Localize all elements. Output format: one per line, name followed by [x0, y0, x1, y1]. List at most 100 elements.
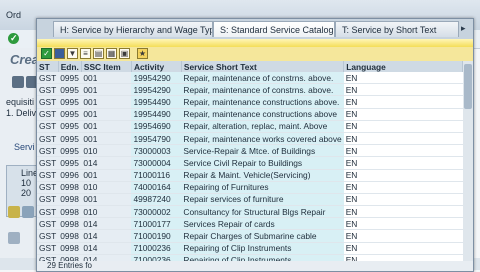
col-header-activity[interactable]: Activity [131, 61, 182, 72]
cell-activity: 73000003 [131, 144, 182, 158]
scroll-thumb[interactable] [464, 64, 472, 109]
save-icon[interactable] [54, 48, 65, 59]
cell-short-text: Repair Charges of Submarine cable [181, 229, 344, 243]
cell-short-text: Repairing of Clip Instruments [181, 254, 344, 261]
cell-edition: 0998 [58, 193, 82, 207]
cell-edition: 0996 [58, 169, 82, 182]
tab-service-by-hierarchy[interactable]: H: Service by Hierarchy and Wage Type [53, 21, 213, 37]
col-header-language[interactable]: Language [343, 61, 463, 72]
first-page-icon[interactable] [12, 76, 24, 88]
col-header-edition[interactable]: Edn. [58, 61, 82, 72]
check-icon[interactable]: ✓ [41, 48, 52, 59]
cell-edition: 0995 [58, 95, 82, 109]
export-icon[interactable]: ▣ [119, 48, 130, 59]
cell-edition: 0995 [58, 72, 82, 85]
service-search-popup: H: Service by Hierarchy and Wage Type S:… [36, 18, 474, 272]
cell-st: GST [37, 144, 59, 158]
table-row[interactable]: GST 0996 001 71000116 Repair & Maint. Vehicl… [37, 169, 463, 182]
layout-icon[interactable]: ▦ [106, 48, 117, 59]
filter-icon[interactable]: ▼ [67, 48, 78, 59]
table-row[interactable]: GST 0995 001 19954690 Repair, alteration, re… [37, 120, 463, 133]
cell-short-text: Repair, maintenance constructions above. [181, 95, 344, 109]
cell-language: EN [343, 181, 463, 194]
cell-activity: 19954290 [131, 72, 182, 85]
results-table: ST Edn. SSC Item Activity Service Short … [37, 61, 463, 261]
cell-edition: 0998 [58, 205, 82, 219]
cell-language: EN [343, 229, 463, 243]
cell-language: EN [343, 83, 463, 97]
cell-ssc-item: 014 [81, 217, 132, 231]
table-header-row: ST Edn. SSC Item Activity Service Short … [37, 61, 463, 72]
cell-activity: 74000164 [131, 181, 182, 194]
cell-activity: 71000236 [131, 242, 182, 255]
cell-short-text: Consultancy for Structural Blgs Repair [181, 205, 344, 219]
cell-short-text: Repair services of furniture [181, 193, 344, 207]
cell-activity: 19954490 [131, 108, 182, 121]
screen-title-fragment: Crea [10, 52, 39, 67]
cell-st: GST [37, 108, 59, 121]
cell-short-text: Repair, maintenance works covered above [181, 132, 344, 146]
services-tab-fragment[interactable]: Servi [14, 142, 35, 152]
cell-short-text: Repair & Maint. Vehicle(Servicing) [181, 169, 344, 182]
table-row[interactable]: GST 0995 001 19954490 Repair, maintenance co… [37, 95, 463, 109]
cell-ssc-item: 001 [81, 193, 132, 207]
popup-toolbar: ✓ ▼ ≡ ▤ ▦ ▣ ★ [37, 47, 473, 61]
tab-strip: H: Service by Hierarchy and Wage Type S:… [37, 19, 473, 39]
sort-icon[interactable]: ≡ [80, 48, 91, 59]
entries-found-text: 29 Entries fo [47, 261, 92, 270]
cell-activity: 71000190 [131, 229, 182, 243]
cell-ssc-item: 010 [81, 205, 132, 219]
table-row[interactable]: GST 0998 014 71000236 Repairing of Clip Inst… [37, 254, 463, 261]
cell-activity: 73000002 [131, 205, 182, 219]
table-row[interactable]: GST 0995 001 19954290 Repair, maintenance of… [37, 72, 463, 85]
cell-short-text: Repairing of Furnitures [181, 181, 344, 194]
tab-scroll-right-icon[interactable]: ▸ [461, 23, 471, 35]
cell-edition: 0998 [58, 254, 82, 261]
cell-ssc-item: 010 [81, 181, 132, 194]
cell-ssc-item: 014 [81, 229, 132, 243]
cell-ssc-item: 014 [81, 156, 132, 170]
cell-activity: 73000004 [131, 156, 182, 170]
col-header-ssc-item[interactable]: SSC Item [81, 61, 132, 72]
table-row[interactable]: GST 0998 014 71000236 Repairing of Clip Inst… [37, 242, 463, 255]
line-20: 20 [21, 188, 32, 198]
tab-service-by-short-text[interactable]: T: Service by Short Text [335, 21, 459, 37]
cell-language: EN [343, 217, 463, 231]
cell-language: EN [343, 72, 463, 85]
print-icon[interactable]: ▤ [93, 48, 104, 59]
star-icon[interactable]: ★ [137, 48, 148, 59]
col-header-short-text[interactable]: Service Short Text [181, 61, 345, 72]
cell-ssc-item: 001 [81, 169, 132, 182]
toolbar-icon-b[interactable] [22, 206, 34, 218]
cell-language: EN [343, 205, 463, 219]
table-row[interactable]: GST 0998 010 74000164 Repairing of Furniture… [37, 181, 463, 194]
cell-edition: 0998 [58, 181, 82, 194]
cell-st: GST [37, 169, 59, 182]
col-header-st[interactable]: ST [37, 61, 59, 72]
cell-ssc-item: 014 [81, 254, 132, 261]
table-row[interactable]: GST 0995 001 19954290 Repair, maintenance of… [37, 83, 463, 97]
cell-activity: 19954790 [131, 132, 182, 146]
cell-activity: 71000116 [131, 169, 182, 182]
table-row[interactable]: GST 0995 014 73000004 Service Civil Repair t… [37, 156, 463, 170]
line-10: 10 [21, 178, 32, 188]
cell-short-text: Service-Repair & Mtce. of Buildings [181, 144, 344, 158]
cell-edition: 0995 [58, 108, 82, 121]
toolbar-icon-c[interactable] [8, 232, 20, 244]
cell-language: EN [343, 144, 463, 158]
vertical-scrollbar[interactable] [463, 61, 473, 261]
table-row[interactable]: GST 0998 014 71000177 Services Repair of car… [37, 217, 463, 231]
delivery-label: 1. Deliv. [6, 108, 38, 118]
table-row[interactable]: GST 0995 010 73000003 Service-Repair & Mtce.… [37, 144, 463, 158]
toolbar-icon-a[interactable] [8, 206, 20, 218]
tab-standard-service-catalog[interactable]: S: Standard Service Catalog [213, 21, 335, 37]
table-row[interactable]: GST 0998 014 71000190 Repair Charges of Subm… [37, 229, 463, 243]
table-row[interactable]: GST 0998 010 73000002 Consultancy for Struct… [37, 205, 463, 219]
cell-short-text: Repair, alteration, replac, maint. Above [181, 120, 344, 133]
background-menu-text: Ord [6, 10, 22, 20]
cell-st: GST [37, 193, 59, 207]
table-row[interactable]: GST 0998 001 49987240 Repair services of fur… [37, 193, 463, 207]
table-row[interactable]: GST 0995 001 19954790 Repair, maintenance wo… [37, 132, 463, 146]
cell-edition: 0995 [58, 144, 82, 158]
table-row[interactable]: GST 0995 001 19954490 Repair, maintenance co… [37, 108, 463, 121]
